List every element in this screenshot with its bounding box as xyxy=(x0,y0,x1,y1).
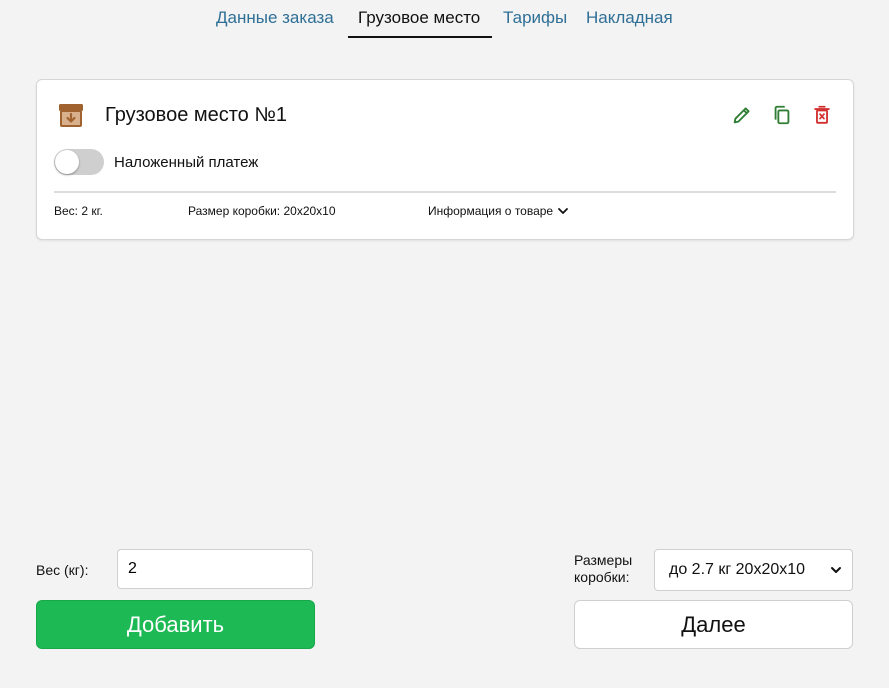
active-tab-indicator xyxy=(348,36,492,38)
next-button[interactable]: Далее xyxy=(574,600,853,649)
product-info-toggle[interactable]: Информация о товаре xyxy=(428,204,569,218)
tab-bar: Данные заказа Грузовое место Тарифы Накл… xyxy=(0,0,889,40)
cargo-place-card: Грузовое место №1 Наложенный платеж Вес:… xyxy=(36,79,854,240)
add-button[interactable]: Добавить xyxy=(36,600,315,649)
box-size-label-line2: коробки: xyxy=(574,569,630,585)
weight-label: Вес (кг): xyxy=(36,562,89,578)
box-size-info: Размер коробки: 20x20x10 xyxy=(188,204,336,218)
pencil-icon[interactable] xyxy=(731,104,753,126)
box-size-label-line1: Размеры xyxy=(574,552,633,568)
weight-input[interactable] xyxy=(117,549,313,589)
chevron-down-icon xyxy=(831,567,841,573)
cod-toggle[interactable] xyxy=(54,149,104,175)
weight-info: Вес: 2 кг. xyxy=(54,204,103,218)
toggle-knob xyxy=(55,150,79,174)
archive-box-icon xyxy=(59,104,83,127)
tab-waybill[interactable]: Накладная xyxy=(586,8,673,28)
product-info-label: Информация о товаре xyxy=(428,204,554,218)
copy-icon[interactable] xyxy=(771,104,793,126)
cod-label: Наложенный платеж xyxy=(114,154,259,171)
box-size-selected: до 2.7 кг 20x20x10 xyxy=(669,561,806,578)
box-size-select[interactable]: до 2.7 кг 20x20x10 xyxy=(654,549,853,591)
tab-order-data[interactable]: Данные заказа xyxy=(216,8,334,28)
trash-icon[interactable] xyxy=(811,104,833,126)
card-title: Грузовое место №1 xyxy=(105,104,287,126)
tab-cargo-place[interactable]: Грузовое место xyxy=(358,8,480,28)
box-size-label: Размеры коробки: xyxy=(574,552,632,586)
card-divider xyxy=(54,191,836,193)
chevron-down-icon xyxy=(558,208,569,214)
tab-tariffs[interactable]: Тарифы xyxy=(503,8,567,28)
card-actions xyxy=(731,104,833,126)
